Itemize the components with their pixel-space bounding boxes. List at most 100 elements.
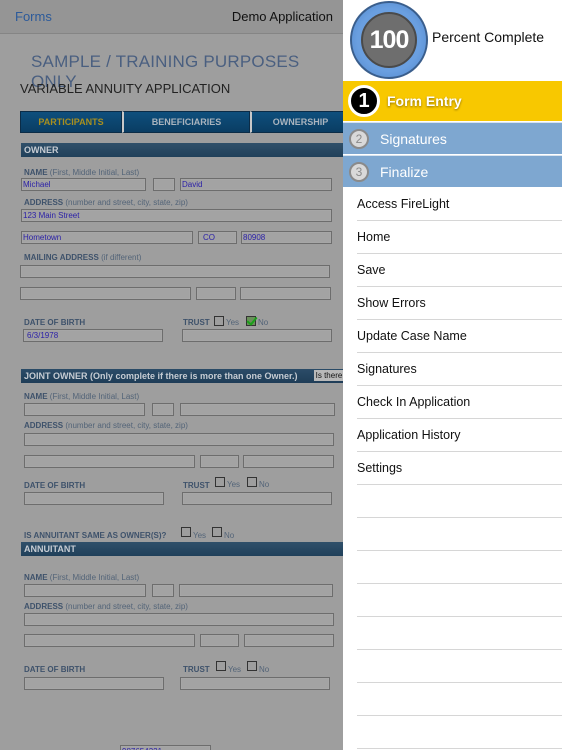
menu-empty-row: [357, 551, 562, 584]
bottom-id-field[interactable]: 987654321: [120, 745, 211, 750]
joint-middle-initial-field[interactable]: [152, 403, 174, 416]
joint-name-hint: (First, Middle Initial, Last): [49, 392, 140, 401]
menu-empty-row: [357, 518, 562, 551]
joint-first-name-field[interactable]: [24, 403, 145, 416]
mailing-street-field[interactable]: [20, 265, 330, 278]
menu-item-home[interactable]: Home: [357, 221, 562, 254]
annuitant-first-name-field[interactable]: [24, 584, 146, 597]
annuitant-section-header: ANNUITANT: [21, 542, 343, 556]
step-finalize[interactable]: 3 Finalize: [343, 155, 562, 187]
menu-item-access-firelight[interactable]: Access FireLight: [357, 188, 562, 221]
menu-item-application-history[interactable]: Application History: [357, 419, 562, 452]
joint-trust-no-checkbox[interactable]: [247, 477, 257, 487]
menu-item-save[interactable]: Save: [357, 254, 562, 287]
step-2-number-icon: 2: [349, 128, 369, 149]
menu-list: Access FireLight Home Save Show Errors U…: [343, 188, 562, 749]
annuitant-same-no-label: No: [224, 531, 235, 540]
annuitant-section-title: ANNUITANT: [24, 544, 76, 554]
joint-name-label-text: NAME: [24, 392, 48, 401]
joint-owner-section-header: JOINT OWNER (Only complete if there is m…: [21, 369, 343, 383]
annuitant-name-label: NAME (First, Middle Initial, Last): [24, 573, 139, 582]
owner-name-label: NAME (First, Middle Initial, Last): [24, 168, 139, 177]
mailing-city-field[interactable]: [20, 287, 191, 300]
annuitant-trust-no-label: No: [259, 665, 270, 674]
joint-street-field[interactable]: [24, 433, 334, 446]
joint-trust-yes-label: Yes: [227, 480, 241, 489]
owner-name-label-text: NAME: [24, 168, 48, 177]
step-signatures[interactable]: 2 Signatures: [343, 122, 562, 154]
joint-trust-yes-checkbox[interactable]: [215, 477, 225, 487]
owner-trust-label: TRUST: [183, 318, 210, 327]
annuitant-name-label-text: NAME: [24, 573, 48, 582]
tab-ownership[interactable]: OWNERSHIP: [250, 111, 343, 133]
menu-item-check-in-application[interactable]: Check In Application: [357, 386, 562, 419]
annuitant-street-field[interactable]: [24, 613, 334, 626]
annuitant-same-no-checkbox[interactable]: [212, 527, 222, 537]
tab-beneficiaries[interactable]: BENEFICIARIES: [122, 111, 250, 133]
mailing-state-field[interactable]: [196, 287, 236, 300]
joint-city-field[interactable]: [24, 455, 195, 468]
owner-trust-no-checkbox[interactable]: [246, 316, 256, 326]
owner-trust-yes-label: Yes: [226, 318, 240, 327]
menu-item-show-errors[interactable]: Show Errors: [357, 287, 562, 320]
navigation-bar: Forms Demo Application: [0, 0, 343, 34]
joint-dob-label: DATE OF BIRTH: [24, 481, 86, 490]
joint-address-label-text: ADDRESS: [24, 421, 64, 430]
annuitant-middle-initial-field[interactable]: [152, 584, 174, 597]
mailing-address-label: MAILING ADDRESS (if different): [24, 253, 141, 262]
owner-middle-initial-field[interactable]: [153, 178, 175, 191]
owner-address-label-text: ADDRESS: [24, 198, 64, 207]
annuitant-dob-field[interactable]: [24, 677, 164, 690]
form-area: Forms Demo Application SAMPLE / TRAINING…: [0, 0, 343, 750]
annuitant-last-name-field[interactable]: [179, 584, 333, 597]
annuitant-state-field[interactable]: [200, 634, 239, 647]
annuitant-trust-label: TRUST: [183, 665, 210, 674]
menu-empty-row: [357, 650, 562, 683]
forms-back-button[interactable]: Forms: [15, 9, 52, 24]
step-1-number-icon: 1: [348, 85, 380, 117]
annuitant-trust-no-checkbox[interactable]: [247, 661, 257, 671]
owner-street-field[interactable]: 123 Main Street: [21, 209, 332, 222]
annuitant-address-hint: (number and street, city, state, zip): [65, 602, 188, 611]
menu-item-settings[interactable]: Settings: [357, 452, 562, 485]
mailing-address-label-text: MAILING ADDRESS: [24, 253, 99, 262]
menu-empty-row: [357, 485, 562, 518]
form-tabs: PARTICIPANTS BENEFICIARIES OWNERSHIP: [20, 111, 343, 133]
joint-owner-section-title: JOINT OWNER (Only complete if there is m…: [24, 371, 298, 381]
step-1-label: Form Entry: [387, 93, 462, 109]
joint-dob-field[interactable]: [24, 492, 164, 505]
owner-name-hint: (First, Middle Initial, Last): [49, 168, 140, 177]
annuitant-trust-yes-checkbox[interactable]: [216, 661, 226, 671]
step-form-entry[interactable]: 1 Form Entry: [343, 81, 562, 121]
annuitant-trust-yes-label: Yes: [228, 665, 242, 674]
owner-state-field[interactable]: CO: [198, 231, 237, 244]
side-menu: 100 Percent Complete 1 Form Entry 2 Sign…: [343, 0, 562, 750]
joint-zip-field[interactable]: [243, 455, 334, 468]
owner-trust-field[interactable]: [182, 329, 332, 342]
owner-city-field[interactable]: Hometown: [21, 231, 193, 244]
annuitant-zip-field[interactable]: [244, 634, 334, 647]
joint-state-field[interactable]: [200, 455, 239, 468]
owner-last-name-field[interactable]: David: [180, 178, 332, 191]
menu-item-signatures[interactable]: Signatures: [357, 353, 562, 386]
annuitant-city-field[interactable]: [24, 634, 195, 647]
menu-empty-row: [357, 716, 562, 749]
tab-participants[interactable]: PARTICIPANTS: [20, 111, 122, 133]
annuitant-same-yes-checkbox[interactable]: [181, 527, 191, 537]
mailing-zip-field[interactable]: [240, 287, 331, 300]
joint-last-name-field[interactable]: [180, 403, 335, 416]
owner-dob-field[interactable]: 6/3/1978: [23, 329, 163, 342]
menu-item-update-case-name[interactable]: Update Case Name: [357, 320, 562, 353]
owner-section-header: OWNER: [21, 143, 343, 157]
annuitant-trust-field[interactable]: [180, 677, 330, 690]
annuitant-dob-label: DATE OF BIRTH: [24, 665, 86, 674]
owner-address-label: ADDRESS (number and street, city, state,…: [24, 198, 188, 207]
owner-zip-field[interactable]: 80908: [241, 231, 332, 244]
step-2-label: Signatures: [380, 130, 447, 147]
owner-dob-label: DATE OF BIRTH: [24, 318, 86, 327]
annuitant-address-label-text: ADDRESS: [24, 602, 64, 611]
joint-trust-field[interactable]: [182, 492, 332, 505]
progress-ring: 100: [350, 1, 428, 79]
owner-trust-yes-checkbox[interactable]: [214, 316, 224, 326]
owner-first-name-field[interactable]: Michael: [21, 178, 146, 191]
